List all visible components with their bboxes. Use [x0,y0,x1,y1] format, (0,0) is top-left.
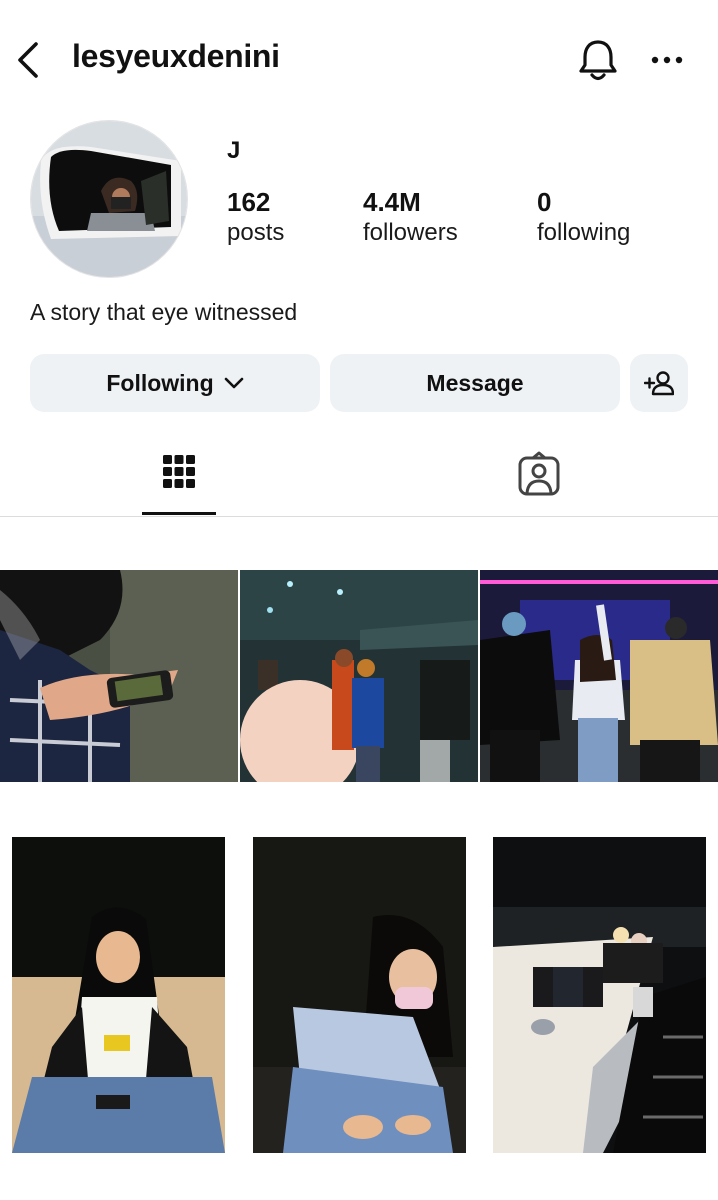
followers-count[interactable]: 4.4M followers [363,186,458,248]
post-thumbnail[interactable] [493,837,706,1153]
post-thumbnail[interactable] [0,570,238,782]
following-count[interactable]: 0 following [537,186,630,248]
stat-label: following [537,219,631,246]
chevron-left-icon [18,42,38,78]
message-button-label: Message [426,369,524,396]
tagged-person-icon [518,451,560,496]
tab-posts-grid[interactable] [142,440,216,516]
display-name: J [227,137,241,164]
stat-value: 4.4M [363,187,421,217]
grid-icon [163,455,195,488]
post-thumbnail[interactable] [12,837,225,1153]
following-button[interactable]: Following [30,354,320,412]
stat-value: 162 [227,187,271,217]
stat-value: 0 [537,187,552,217]
back-button[interactable] [12,38,48,82]
add-person-icon [644,371,674,396]
message-button[interactable]: Message [330,354,620,412]
post-thumbnail[interactable] [240,570,478,782]
chevron-down-icon [224,377,243,389]
post-thumbnail[interactable] [253,837,466,1153]
posts-count[interactable]: 162 posts [227,186,284,248]
following-button-label: Following [106,369,214,396]
stat-label: posts [227,219,285,246]
suggested-accounts-button[interactable] [630,354,688,412]
profile-avatar[interactable] [30,120,188,278]
tab-tagged[interactable] [500,440,578,516]
top-bar: lesyeuxdenini [0,0,718,120]
more-horizontal-icon [651,56,683,64]
post-thumbnail[interactable] [480,570,718,782]
tab-divider [0,516,718,517]
notifications-button[interactable] [576,36,620,84]
bell-icon [579,40,617,81]
stat-label: followers [363,219,458,246]
profile-username: lesyeuxdenini [72,38,280,74]
more-options-button[interactable] [646,40,688,80]
profile-bio: A story that eye witnessed [30,299,298,325]
active-tab-indicator [142,512,216,515]
